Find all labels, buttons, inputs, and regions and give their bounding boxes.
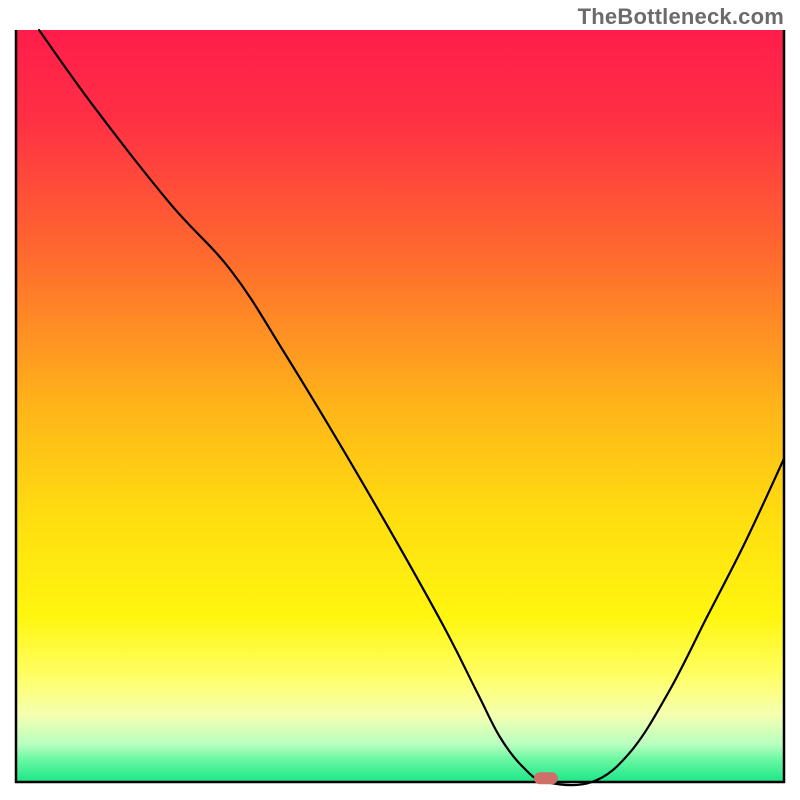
chart-container: TheBottleneck.com (0, 0, 800, 800)
gradient-background (16, 30, 784, 782)
optimal-marker (534, 772, 558, 784)
watermark-text: TheBottleneck.com (578, 4, 784, 30)
bottleneck-chart (0, 0, 800, 800)
